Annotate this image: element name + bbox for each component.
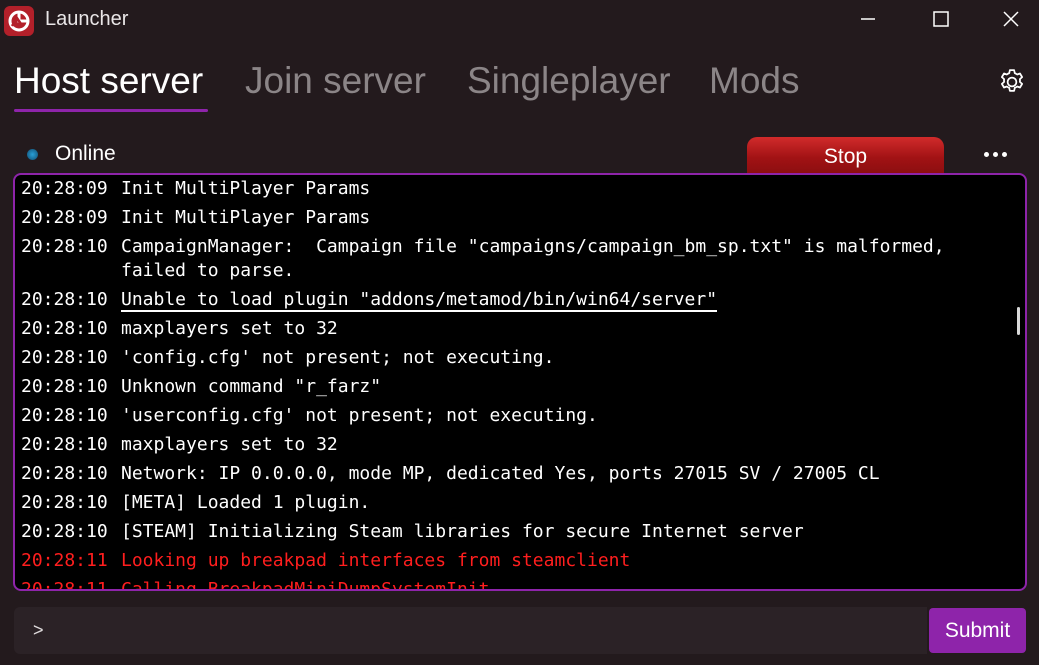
console-line-text: CampaignManager: Campaign file "campaign… [121, 236, 945, 281]
console-line-text: 'userconfig.cfg' not present; not execut… [121, 405, 598, 426]
console-line-time: 20:28:11 [21, 579, 108, 591]
console-line: 20:28:09 Init MultiPlayer Params [21, 175, 1011, 204]
console-line-time: 20:28:11 [21, 550, 108, 571]
title-bar: Launcher [0, 0, 1039, 38]
minimize-icon [861, 18, 875, 20]
console-line-time: 20:28:10 [21, 289, 108, 310]
more-options-button[interactable] [979, 140, 1011, 168]
minimize-button[interactable] [843, 0, 893, 38]
console-line-text: 'config.cfg' not present; not executing. [121, 347, 555, 368]
tab-singleplayer[interactable]: Singleplayer [467, 60, 671, 102]
app-logo-icon [4, 6, 34, 36]
console-line: 20:28:10 'userconfig.cfg' not present; no… [21, 402, 1011, 431]
console-line: 20:28:11 Calling BreakpadMiniDumpSystemIn… [21, 576, 1011, 591]
console-line-text: [META] Loaded 1 plugin. [121, 492, 371, 513]
close-button[interactable] [986, 0, 1036, 38]
console-line-time: 20:28:09 [21, 178, 108, 199]
tab-mods[interactable]: Mods [709, 60, 799, 102]
settings-button[interactable] [995, 66, 1029, 98]
submit-button[interactable]: Submit [929, 608, 1026, 653]
more-dot-icon [1001, 151, 1007, 157]
console-line-time: 20:28:10 [21, 347, 108, 368]
status-label: Online [55, 142, 116, 165]
console-line-time: 20:28:10 [21, 492, 108, 513]
console-link-text[interactable]: Unable to load plugin "addons/metamod/bi… [121, 289, 718, 312]
console-line-time: 20:28:10 [21, 376, 108, 397]
console-line: 20:28:10 maxplayers set to 32 [21, 431, 1011, 460]
tab-join-server[interactable]: Join server [245, 60, 426, 102]
console-output[interactable]: 20:28:09 Init MultiPlayer Params 20:28:09 I… [13, 173, 1027, 591]
command-prompt: > [33, 620, 44, 640]
console-line: 20:28:10 'config.cfg' not present; not ex… [21, 344, 1011, 373]
console-line-text: Init MultiPlayer Params [121, 178, 371, 199]
console-line: 20:28:10 [META] Loaded 1 plugin. [21, 489, 1011, 518]
console-line: 20:28:10 Unknown command "r_farz" [21, 373, 1011, 402]
console-lines: 20:28:09 Init MultiPlayer Params 20:28:09 I… [21, 175, 1011, 591]
console-line-time: 20:28:10 [21, 405, 108, 426]
console-line: 20:28:11 Looking up breakpad interfaces f… [21, 547, 1011, 576]
console-line-text: maxplayers set to 32 [121, 434, 338, 455]
console-line-time: 20:28:10 [21, 521, 108, 542]
console-line-text: Unknown command "r_farz" [121, 376, 382, 397]
console-line: 20:28:10 [STEAM] Initializing Steam libra… [21, 518, 1011, 547]
console-line-time: 20:28:09 [21, 207, 108, 228]
console-line-time: 20:28:10 [21, 434, 108, 455]
console-line: 20:28:09 Init MultiPlayer Params [21, 204, 1011, 233]
console-line-text: maxplayers set to 32 [121, 318, 338, 339]
console-scrollbar[interactable] [1017, 307, 1020, 335]
console-line: 20:28:10 CampaignManager: Campaign file "… [21, 233, 1011, 286]
console-line-text[interactable]: Unable to load plugin "addons/metamod/bi… [121, 288, 1011, 312]
command-input[interactable] [58, 615, 918, 646]
console-line-text: Init MultiPlayer Params [121, 207, 371, 228]
console-line-time: 20:28:10 [21, 318, 108, 339]
console-line-text: Looking up breakpad interfaces from stea… [121, 550, 631, 571]
maximize-icon [933, 11, 949, 27]
more-dot-icon [992, 151, 998, 157]
maximize-button[interactable] [916, 0, 966, 38]
stop-button[interactable]: Stop [747, 137, 944, 175]
close-icon [1003, 11, 1019, 27]
console-line-text: Network: IP 0.0.0.0, mode MP, dedicated … [121, 463, 880, 484]
command-bar: > [14, 607, 927, 654]
active-tab-indicator [14, 109, 208, 112]
console-line: 20:28:10 Network: IP 0.0.0.0, mode MP, de… [21, 460, 1011, 489]
console-line-time: 20:28:10 [21, 236, 108, 257]
console-line: 20:28:10 maxplayers set to 32 [21, 315, 1011, 344]
console-line-time: 20:28:10 [21, 463, 108, 484]
console-line-text: [STEAM] Initializing Steam libraries for… [121, 521, 804, 542]
window-title: Launcher [45, 8, 129, 30]
console-line: 20:28:10 Unable to load plugin "addons/me… [21, 286, 1011, 315]
more-dot-icon [983, 151, 989, 157]
status-indicator [27, 149, 38, 160]
tab-host-server[interactable]: Host server [14, 60, 203, 102]
console-line-text: Calling BreakpadMiniDumpSystemInit [121, 579, 490, 591]
gear-icon [1001, 69, 1023, 92]
